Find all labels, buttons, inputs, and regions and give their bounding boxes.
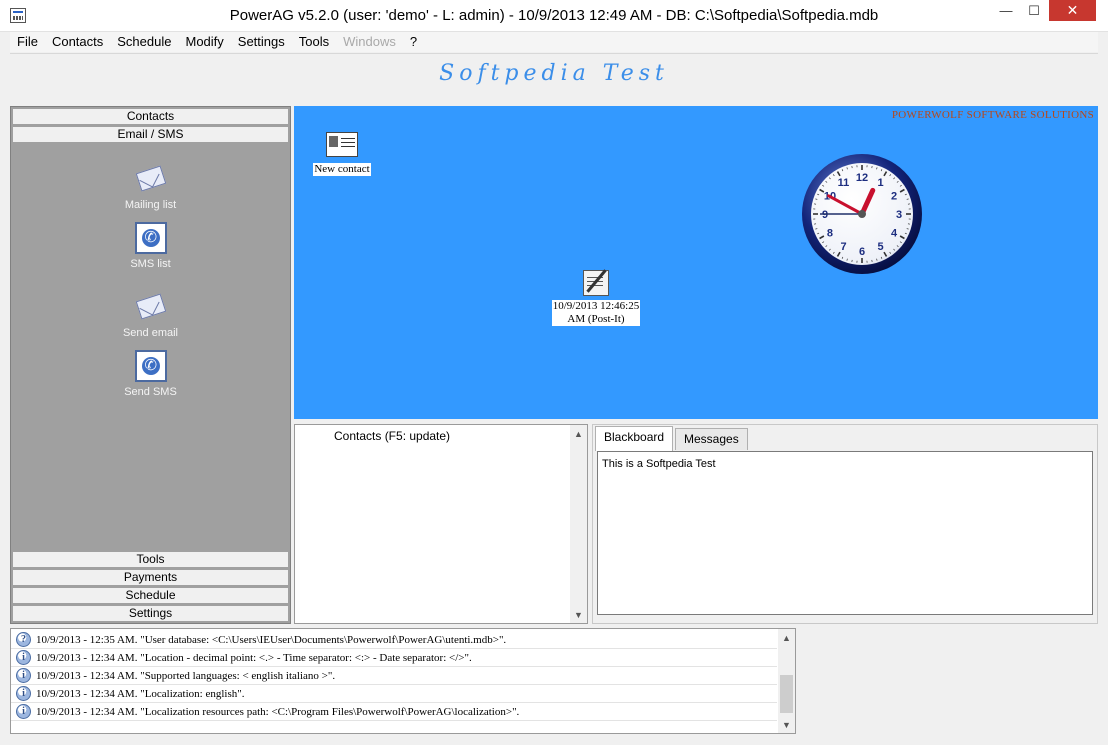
- sidebar-section-tools[interactable]: Tools: [12, 551, 289, 568]
- sidebar-item-send-email[interactable]: Send email: [11, 291, 290, 339]
- new-contact-label: New contact: [313, 163, 371, 176]
- log-text: 10/9/2013 - 12:34 AM. "Supported languag…: [36, 669, 336, 682]
- contacts-list[interactable]: Contacts (F5: update) ▲ ▼: [294, 424, 588, 624]
- desktop-area: POWERWOLF SOFTWARE SOLUTIONS New contact…: [294, 106, 1098, 419]
- sidebar-section-payments[interactable]: Payments: [12, 569, 289, 586]
- log-text: 10/9/2013 - 12:35 AM. "User database: <C…: [36, 633, 507, 646]
- maximize-button[interactable]: ☐: [1020, 0, 1048, 21]
- tab-messages[interactable]: Messages: [675, 428, 748, 450]
- clock-number: 12: [856, 172, 868, 184]
- scroll-down-arrow[interactable]: ▼: [570, 606, 587, 623]
- menu-help[interactable]: ?: [403, 32, 424, 52]
- postit-label: 10/9/2013 12:46:25 AM (Post-It): [551, 300, 641, 326]
- menu-bar: File Contacts Schedule Modify Settings T…: [10, 32, 1098, 52]
- contact-card-icon: [326, 132, 358, 157]
- menu-modify[interactable]: Modify: [178, 32, 230, 52]
- log-list[interactable]: ? 10/9/2013 - 12:35 AM. "User database: …: [10, 628, 796, 734]
- log-text: 10/9/2013 - 12:34 AM. "Localization: eng…: [36, 687, 245, 700]
- blackboard-textarea[interactable]: This is a Softpedia Test: [597, 451, 1093, 615]
- sidebar-section-settings[interactable]: Settings: [12, 605, 289, 622]
- window-title: PowerAG v5.2.0 (user: 'demo' - L: admin)…: [229, 7, 879, 24]
- sidebar-item-send-sms[interactable]: Send SMS: [11, 350, 290, 398]
- clock-number: 11: [838, 177, 850, 189]
- info-icon: i: [16, 650, 31, 665]
- analog-clock: 123456789101112: [802, 154, 922, 274]
- postit-label-line1: 10/9/2013 12:46:25: [552, 300, 640, 312]
- banner-title: Softpedia Test: [439, 61, 669, 86]
- clock-number: 3: [896, 209, 902, 221]
- scroll-thumb[interactable]: [780, 675, 793, 713]
- close-button[interactable]: ✕: [1049, 0, 1096, 21]
- clock-number: 4: [891, 228, 898, 240]
- menu-contacts[interactable]: Contacts: [45, 32, 110, 52]
- sidebar-item-label: Send SMS: [124, 386, 177, 398]
- menu-tools[interactable]: Tools: [292, 32, 336, 52]
- log-text: 10/9/2013 - 12:34 AM. "Localization reso…: [36, 705, 520, 718]
- sidebar-item-label: SMS list: [130, 258, 171, 270]
- menu-settings[interactable]: Settings: [231, 32, 292, 52]
- clock-number: 6: [859, 246, 865, 258]
- info-icon: i: [16, 704, 31, 719]
- clock-number: 9: [822, 209, 828, 221]
- postit-shortcut[interactable]: 10/9/2013 12:46:25 AM (Post-It): [546, 270, 646, 326]
- log-row[interactable]: i 10/9/2013 - 12:34 AM. "Localization re…: [11, 703, 777, 721]
- tab-blackboard[interactable]: Blackboard: [595, 426, 674, 451]
- scroll-up-arrow[interactable]: ▲: [570, 425, 587, 442]
- question-icon: ?: [16, 632, 31, 647]
- log-row[interactable]: i 10/9/2013 - 12:34 AM. "Localization: e…: [11, 685, 777, 703]
- sidebar-item-sms-list[interactable]: SMS list: [11, 222, 290, 270]
- menu-file[interactable]: File: [10, 32, 45, 52]
- envelope-icon: [135, 291, 167, 323]
- notepad-icon: [583, 270, 609, 296]
- clock-number: 1: [877, 177, 883, 189]
- scroll-down-arrow[interactable]: ▼: [778, 716, 795, 733]
- log-scrollbar[interactable]: ▲ ▼: [778, 629, 795, 733]
- phone-icon: [134, 350, 167, 382]
- sidebar: Contacts Email / SMS Mailing list SMS li…: [10, 106, 291, 624]
- sidebar-item-label: Send email: [122, 327, 179, 339]
- banner: Softpedia Test: [10, 53, 1098, 105]
- menu-windows: Windows: [343, 34, 396, 49]
- log-row[interactable]: i 10/9/2013 - 12:34 AM. "Supported langu…: [11, 667, 777, 685]
- sidebar-section-email-sms[interactable]: Email / SMS: [12, 126, 289, 143]
- brand-text: POWERWOLF SOFTWARE SOLUTIONS: [891, 109, 1094, 121]
- log-side-area: [800, 628, 1098, 734]
- info-icon: i: [16, 668, 31, 683]
- tab-panel: Blackboard Messages This is a Softpedia …: [592, 424, 1098, 624]
- info-icon: i: [16, 686, 31, 701]
- clock-number: 7: [840, 241, 846, 253]
- sidebar-item-mailing-list[interactable]: Mailing list: [11, 163, 290, 211]
- new-contact-shortcut[interactable]: New contact: [312, 132, 372, 176]
- scroll-up-arrow[interactable]: ▲: [778, 629, 795, 646]
- envelope-icon: [135, 163, 167, 195]
- sidebar-section-schedule[interactable]: Schedule: [12, 587, 289, 604]
- clock-center: [858, 210, 866, 218]
- log-row[interactable]: ? 10/9/2013 - 12:35 AM. "User database: …: [11, 631, 777, 649]
- contacts-header: Contacts (F5: update): [334, 429, 451, 443]
- phone-icon: [134, 222, 167, 254]
- menu-schedule[interactable]: Schedule: [110, 32, 178, 52]
- clock-number: 2: [891, 191, 897, 203]
- log-row[interactable]: i 10/9/2013 - 12:34 AM. "Location - deci…: [11, 649, 777, 667]
- sidebar-section-contacts[interactable]: Contacts: [12, 108, 289, 125]
- postit-label-line2: AM (Post-It): [567, 313, 625, 325]
- blackboard-text: This is a Softpedia Test: [602, 458, 716, 470]
- clock-number: 5: [877, 241, 883, 253]
- clock-number: 8: [827, 228, 833, 240]
- sidebar-item-label: Mailing list: [124, 199, 177, 211]
- title-bar: PowerAG v5.2.0 (user: 'demo' - L: admin)…: [0, 0, 1108, 32]
- minimize-button[interactable]: —: [992, 0, 1020, 21]
- contacts-scrollbar[interactable]: ▲ ▼: [570, 425, 587, 623]
- log-text: 10/9/2013 - 12:34 AM. "Location - decima…: [36, 651, 472, 664]
